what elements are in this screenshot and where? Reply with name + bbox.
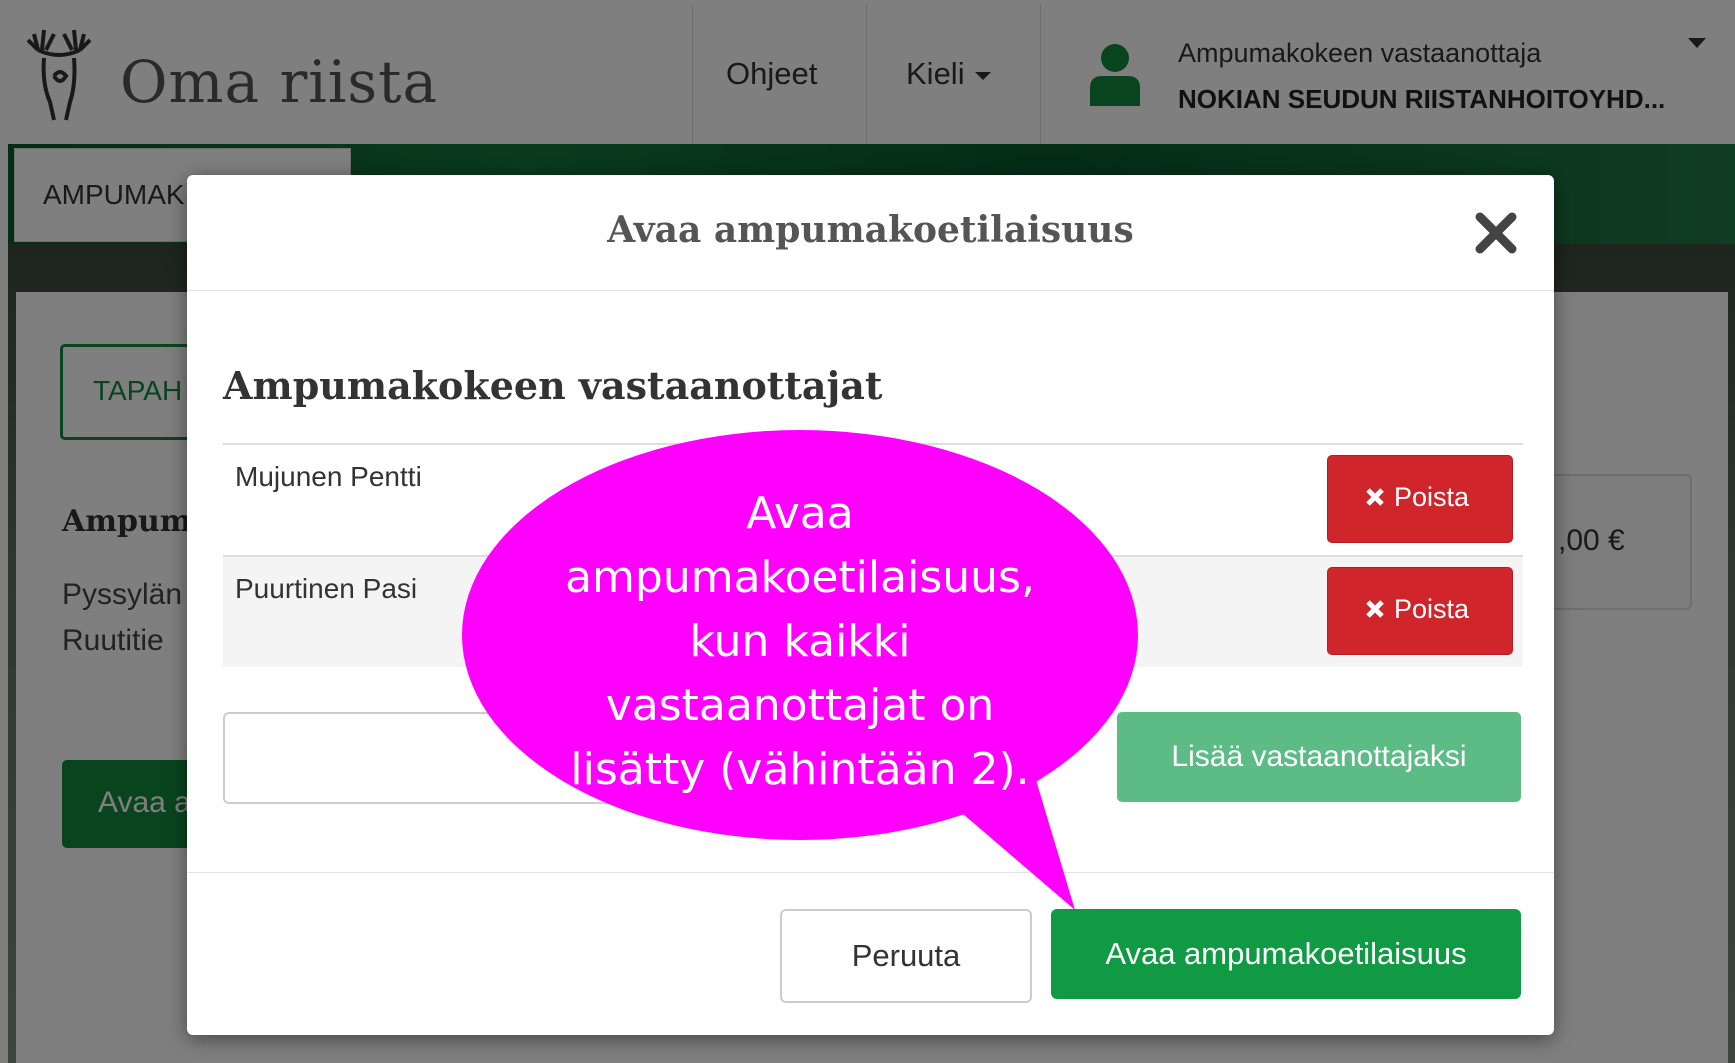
new-official-input[interactable]: [223, 712, 967, 804]
confirm-label: Avaa ampumakoetilaisuus: [1105, 936, 1467, 971]
remove-official-button[interactable]: Poista: [1327, 567, 1513, 655]
officials-list: Mujunen Pentti Poista Puurtinen Pasi Poi…: [223, 443, 1523, 667]
modal-header: Avaa ampumakoetilaisuus: [187, 175, 1554, 291]
remove-official-button[interactable]: Poista: [1327, 455, 1513, 543]
cancel-label: Peruuta: [851, 938, 961, 973]
remove-label: Poista: [1394, 594, 1470, 624]
modal-footer-divider: [187, 872, 1554, 873]
remove-icon: [1366, 600, 1384, 618]
list-item: Puurtinen Pasi Poista: [223, 555, 1523, 667]
add-official-label: Lisää vastaanottajaksi: [1171, 740, 1467, 773]
official-name: Mujunen Pentti: [235, 461, 422, 492]
close-icon[interactable]: [1472, 209, 1520, 257]
section-title: Ampumakokeen vastaanottajat: [223, 363, 883, 408]
official-name: Puurtinen Pasi: [235, 573, 418, 604]
remove-icon: [1366, 488, 1384, 506]
open-event-confirm-button[interactable]: Avaa ampumakoetilaisuus: [1051, 909, 1521, 999]
add-official-button[interactable]: Lisää vastaanottajaksi: [1117, 712, 1521, 802]
cancel-button[interactable]: Peruuta: [780, 909, 1032, 1003]
list-item: Mujunen Pentti Poista: [223, 443, 1523, 555]
remove-label: Poista: [1394, 482, 1470, 512]
modal-title: Avaa ampumakoetilaisuus: [607, 209, 1134, 251]
open-event-modal: Avaa ampumakoetilaisuus Ampumakokeen vas…: [187, 175, 1554, 1035]
